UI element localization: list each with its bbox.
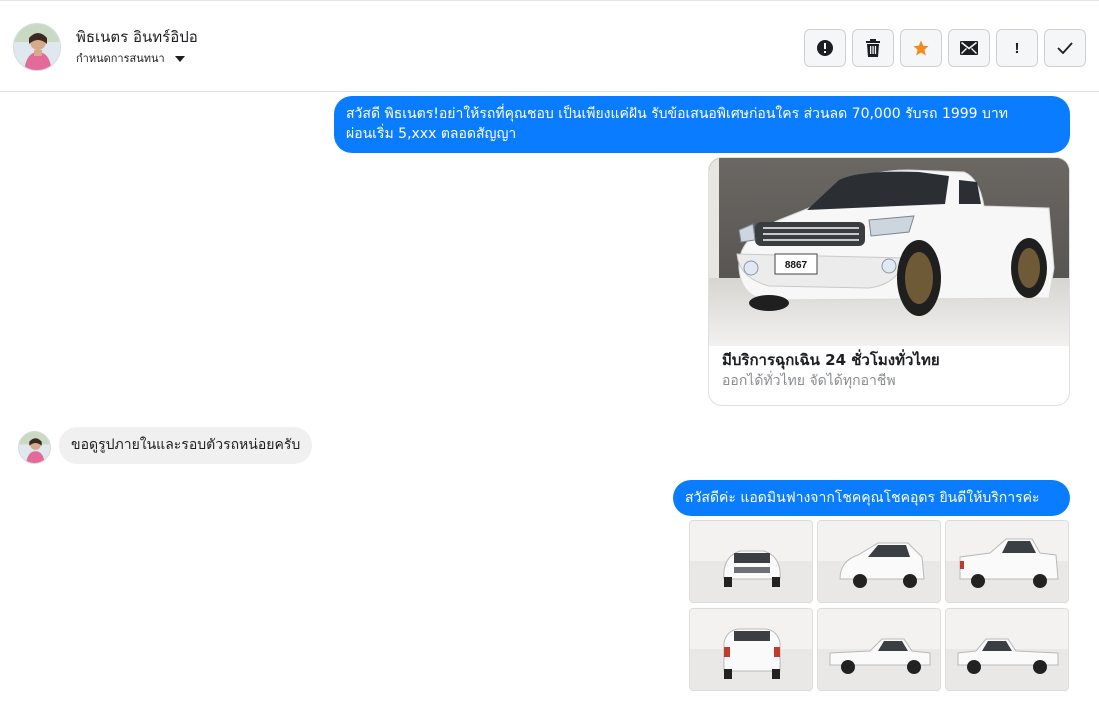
- truck-photo[interactable]: 8867: [709, 158, 1069, 346]
- incoming-message[interactable]: ขอดูรูปภายในและรอบตัวรถหน่อยครับ: [59, 427, 313, 464]
- exclamation-icon: !: [1014, 39, 1020, 57]
- trash-icon: [866, 39, 880, 57]
- photo-grid: [689, 520, 1070, 691]
- messenger-conversation: พิธเนตร อินทร์อิปอ กำหนดการสนทนา ! สวัสด…: [0, 0, 1099, 707]
- conversation-header: พิธเนตร อินทร์อิปอ กำหนดการสนทนา !: [0, 1, 1099, 92]
- contact-name[interactable]: พิธเนตร อินทร์อิปอ: [76, 25, 198, 49]
- header-actions: !: [804, 29, 1086, 67]
- star-button[interactable]: [900, 29, 942, 67]
- mark-spam-button[interactable]: [804, 29, 846, 67]
- follow-up-button[interactable]: !: [996, 29, 1038, 67]
- outgoing-message[interactable]: สวัสดีค่ะ แอดมินฟางจากโชคคุณโชคอุดร ยินด…: [673, 480, 1070, 516]
- contact-avatar[interactable]: [13, 23, 61, 71]
- photo-thumbnail[interactable]: [945, 608, 1069, 691]
- promo-card[interactable]: 8867 มีบริการฉุกเฉิน 24 ชั่วโมงทั่วไทย อ…: [708, 157, 1070, 406]
- mark-done-button[interactable]: [1044, 29, 1086, 67]
- card-title: มีบริการฉุกเฉิน 24 ชั่วโมงทั่วไทย: [722, 351, 940, 369]
- outgoing-message[interactable]: สวัสดี พิธเนตร!อย่าให้รถที่คุณชอบ เป็นเพ…: [334, 96, 1070, 153]
- card-subtitle: ออกได้ทั่วไทย จัดได้ทุกอาชีพ: [722, 373, 896, 389]
- assign-conversation-dropdown[interactable]: กำหนดการสนทนา: [76, 49, 185, 67]
- license-plate: 8867: [785, 260, 808, 271]
- message-line: ผ่อนเริ่ม 5,xxx ตลอดสัญญา: [346, 126, 517, 142]
- photo-thumbnail[interactable]: [945, 520, 1069, 603]
- photo-thumbnail[interactable]: [817, 520, 941, 603]
- delete-button[interactable]: [852, 29, 894, 67]
- sender-avatar[interactable]: [18, 431, 51, 464]
- message-line: สวัสดี พิธเนตร!อย่าให้รถที่คุณชอบ เป็นเพ…: [346, 106, 1009, 122]
- star-icon: [913, 40, 929, 56]
- checkmark-icon: [1057, 42, 1073, 54]
- photo-thumbnail[interactable]: [689, 608, 813, 691]
- envelope-icon: [960, 41, 978, 55]
- mark-unread-button[interactable]: [948, 29, 990, 67]
- caret-down-icon: [174, 55, 185, 62]
- alert-circle-icon: [817, 40, 833, 56]
- photo-thumbnail[interactable]: [689, 520, 813, 603]
- photo-thumbnail[interactable]: [817, 608, 941, 691]
- assign-label: กำหนดการสนทนา: [76, 52, 165, 65]
